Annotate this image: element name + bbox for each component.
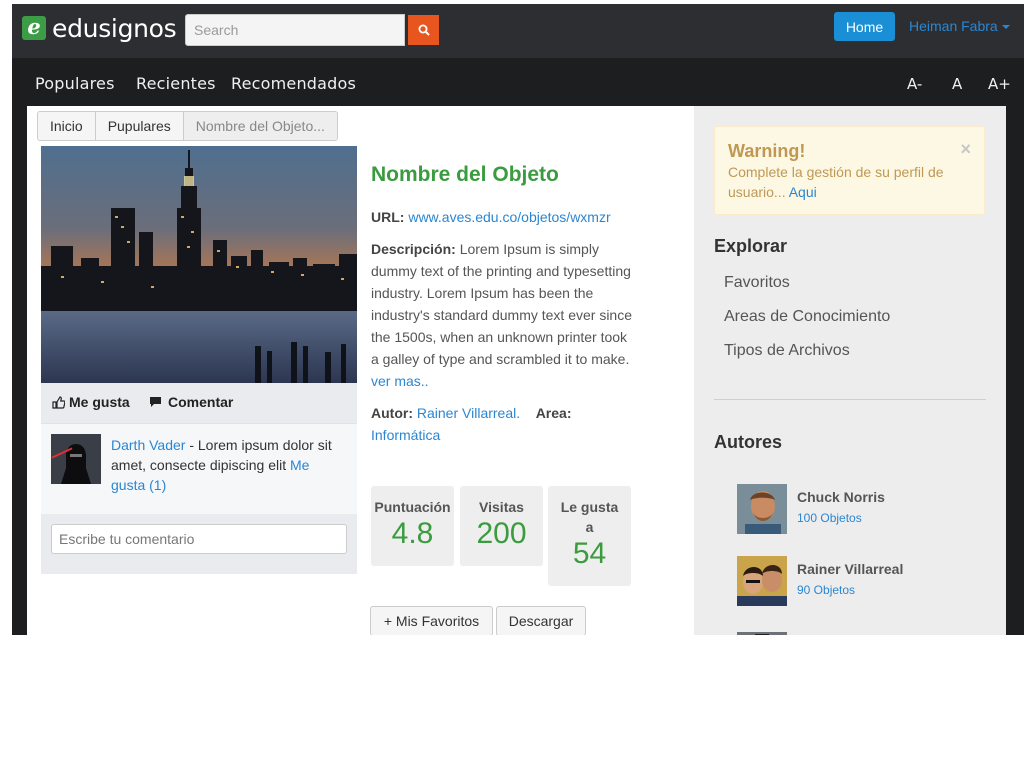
stat-label: Le gusta a [560, 499, 619, 535]
comment-author-link[interactable]: Darth Vader [111, 437, 185, 453]
description-text: Lorem Ipsum is simply dummy text of the … [371, 241, 633, 367]
like-button[interactable]: Me gusta [52, 394, 130, 410]
object-image [41, 146, 357, 383]
object-area-link[interactable]: Informática [371, 427, 440, 443]
stat-value: 200 [476, 517, 527, 550]
avatar [737, 556, 787, 606]
breadcrumb-inicio[interactable]: Inicio [38, 112, 96, 140]
comment: Darth Vader - Lorem ipsum dolor sit amet… [41, 423, 357, 514]
logo-mark-icon: e [22, 16, 46, 40]
breadcrumb: Inicio Pupulares Nombre del Objeto... [37, 111, 338, 141]
stat-le-gusta: Le gusta a 54 [548, 486, 631, 586]
left-border [12, 106, 27, 635]
logo-text: edusignos [52, 13, 177, 43]
user-name: Heiman Fabra [909, 18, 998, 34]
warning-title: Warning! [728, 141, 806, 161]
font-reset-button[interactable]: A [952, 75, 962, 93]
nav-item-recientes[interactable]: Recientes [136, 74, 216, 93]
download-button[interactable]: Descargar [496, 606, 586, 635]
like-label: Me gusta [69, 394, 130, 410]
authors-heading: Autores [714, 432, 783, 452]
sidebar-item-areas[interactable]: Areas de Conocimiento [724, 308, 890, 326]
comment-label: Comentar [168, 394, 234, 410]
comment-input[interactable] [51, 524, 347, 554]
divider [714, 399, 986, 400]
read-more-link[interactable]: ver mas.. [371, 373, 429, 389]
sidebar-item-favoritos[interactable]: Favoritos [724, 274, 790, 292]
breadcrumb-populares[interactable]: Pupulares [95, 112, 184, 140]
author-name: Rainer Villarreal [797, 561, 904, 577]
caret-down-icon [1001, 25, 1010, 30]
thumbs-up-icon [52, 395, 65, 409]
font-decrease-button[interactable]: A- [907, 75, 922, 93]
object-url-row: URL: www.aves.edu.co/objetos/wxmzr [371, 206, 611, 228]
sidebar: Warning! × Complete la gestión de su per… [694, 106, 1006, 635]
warning-text: Complete la gestión de su perfil de usua… [728, 162, 968, 202]
object-title: Nombre del Objeto [371, 163, 559, 186]
sidebar-item-tipos[interactable]: Tipos de Archivos [724, 342, 850, 360]
warning-alert: Warning! × Complete la gestión de su per… [714, 126, 985, 215]
nav-bar: Populares Recientes Recomendados A- A A+ [12, 58, 1024, 106]
comment-text: Darth Vader - Lorem ipsum dolor sit amet… [111, 435, 347, 495]
explore-heading: Explorar [714, 236, 788, 256]
logo[interactable]: e edusignos [22, 13, 177, 43]
author-label: Autor: [371, 405, 413, 421]
reply-bar [41, 514, 357, 574]
stat-puntuacion: Puntuación 4.8 [371, 486, 454, 566]
author-count[interactable]: 90 Objetos [797, 583, 855, 597]
area-label: Area: [535, 405, 572, 421]
top-bar: e edusignos Home Heiman Fabra [12, 4, 1024, 58]
nav-item-recomendados[interactable]: Recomendados [231, 74, 356, 93]
stat-label: Puntuación [374, 499, 451, 515]
main-content: Inicio Pupulares Nombre del Objeto... Me… [27, 106, 694, 635]
comment-icon [150, 397, 161, 407]
object-url-link[interactable]: www.aves.edu.co/objetos/wxmzr [408, 209, 610, 225]
search-icon [418, 24, 430, 36]
author-count[interactable]: 100 Objetos [797, 511, 862, 525]
nav-item-populares[interactable]: Populares [35, 74, 115, 93]
object-description: Descripción: Lorem Ipsum is simply dummy… [371, 238, 637, 392]
warning-link[interactable]: Aqui [789, 184, 817, 200]
page: e edusignos Home Heiman Fabra Populares … [0, 0, 1024, 635]
avatar [737, 627, 787, 635]
stat-label: Visitas [479, 499, 524, 515]
user-menu[interactable]: Heiman Fabra [909, 18, 1010, 34]
warning-message: Complete la gestión de su perfil de usua… [728, 164, 944, 200]
actions-bar: Me gusta Comentar [41, 383, 357, 423]
comment-avatar [51, 434, 101, 484]
home-button[interactable]: Home [834, 12, 895, 41]
search-button[interactable] [408, 15, 439, 45]
right-border [1006, 106, 1024, 635]
stat-visitas: Visitas 200 [460, 486, 543, 566]
description-label: Descripción: [371, 241, 456, 257]
object-author-link[interactable]: Rainer Villarreal. [417, 405, 520, 421]
stat-value: 4.8 [391, 517, 434, 550]
close-icon[interactable]: × [960, 139, 971, 160]
add-favorites-button[interactable]: + Mis Favoritos [370, 606, 493, 635]
search-input[interactable] [185, 14, 405, 46]
breadcrumb-current: Nombre del Objeto... [183, 112, 337, 140]
stat-value: 54 [572, 537, 607, 570]
url-label: URL: [371, 209, 405, 225]
avatar [737, 484, 787, 534]
author-name: Chuck Norris [797, 489, 885, 505]
object-meta: Autor: Rainer Villarreal. Area: Informát… [371, 402, 641, 446]
comment-button[interactable]: Comentar [149, 394, 233, 410]
font-increase-button[interactable]: A+ [988, 75, 1011, 93]
